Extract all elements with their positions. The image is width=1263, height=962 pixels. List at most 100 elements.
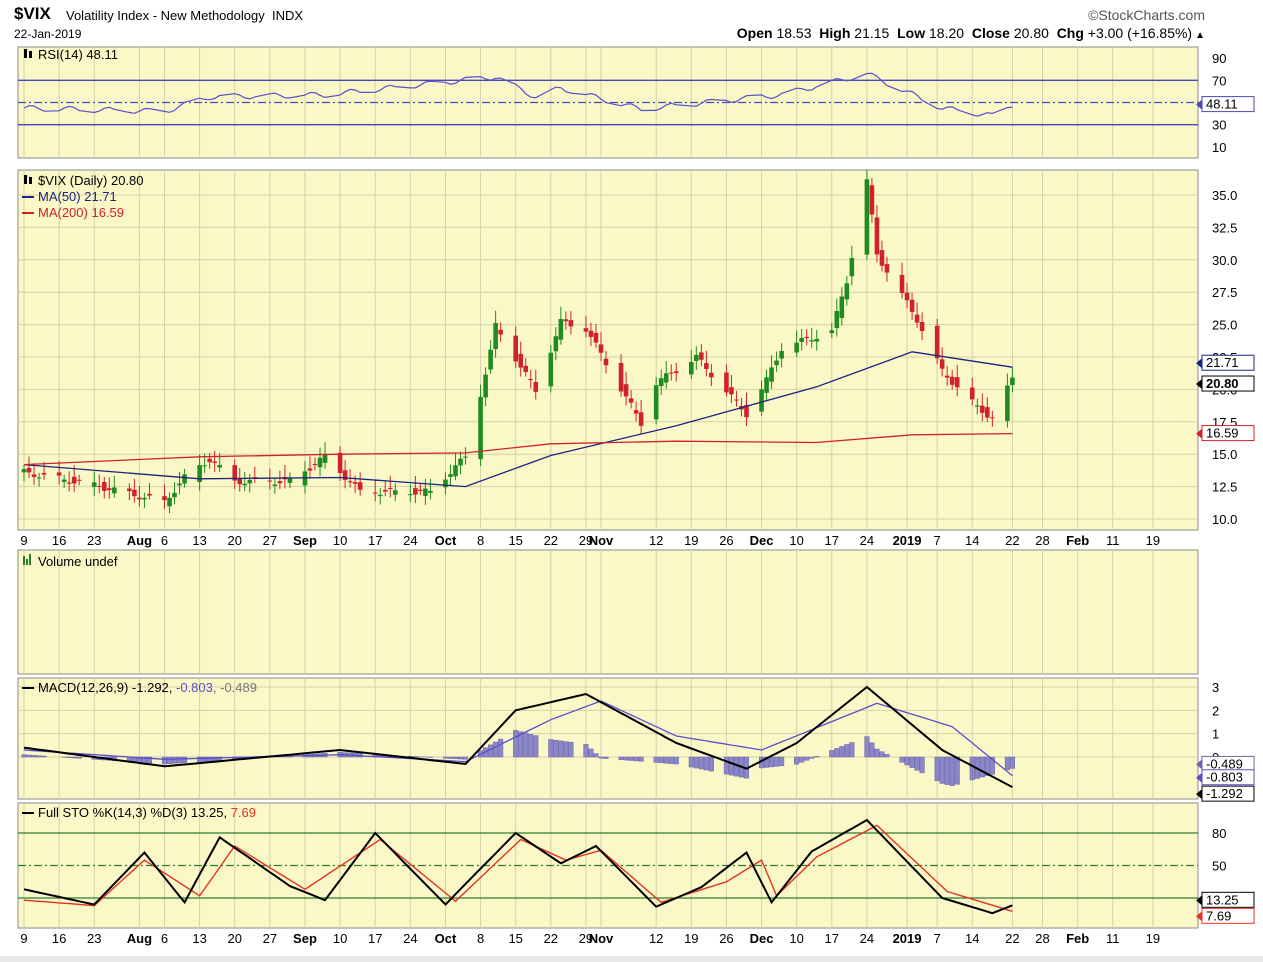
x-tick-label: 23 <box>87 533 101 548</box>
legend-text: Full STO %K(14,3) %D(3) 13.25, 7.69 <box>38 805 256 820</box>
macd-hist-bar <box>533 735 539 758</box>
sto-d-badge: 7.69 <box>1196 907 1255 924</box>
legend-part: RSI(14) 48.11 <box>38 47 118 62</box>
panel-vol <box>17 549 1199 675</box>
candle-body <box>563 319 569 322</box>
macd-hist-bar <box>553 739 559 758</box>
x-tick-label: 26 <box>719 533 733 548</box>
y-tick-label: 3 <box>1212 680 1219 695</box>
macd-hist-bar <box>698 756 704 770</box>
candle-body <box>814 338 820 342</box>
macd-hist-bar <box>914 756 920 771</box>
ma200-legend: MA(200) 16.59 <box>22 205 124 220</box>
candle-body <box>322 454 328 463</box>
macd-hist-bar <box>513 730 519 758</box>
legend-part: 13.25, <box>191 805 231 820</box>
candle-body <box>272 484 278 486</box>
macd-hist-bar <box>839 746 845 758</box>
macd-hist-bar <box>523 732 529 758</box>
candle-body <box>694 354 699 361</box>
candle-body <box>633 410 639 414</box>
candle-legend-icon <box>29 177 32 184</box>
candle-body <box>689 362 694 375</box>
candle-body <box>413 488 418 495</box>
close-value-badge: 20.80 <box>1196 375 1255 392</box>
macd-hist-bar <box>563 741 569 758</box>
y-tick-label: 15.0 <box>1212 447 1237 462</box>
macd-hist-bar <box>814 756 820 758</box>
macd-hist-bar <box>809 756 815 759</box>
x-tick-label: Nov <box>589 533 614 548</box>
macd-hist-bar <box>182 756 188 763</box>
candle-body <box>287 478 293 483</box>
candle-body <box>869 185 875 215</box>
candle-body <box>66 482 72 484</box>
macd-hist-bar <box>568 742 574 758</box>
candle-body <box>954 377 960 388</box>
macd-hist-bar <box>804 756 810 761</box>
macd-value-badge: -1.292 <box>1196 785 1255 802</box>
macd-hist-bar <box>673 756 679 765</box>
x-tick-label: 11 <box>1106 533 1120 548</box>
macd-hist-bar <box>954 756 960 785</box>
sto-legend: Full STO %K(14,3) %D(3) 13.25, 7.69 <box>22 805 256 820</box>
candle-body <box>974 405 980 407</box>
x-tick-label: 28 <box>1035 931 1049 946</box>
candle-body <box>207 458 212 463</box>
candle-body <box>849 257 855 277</box>
macd-hist-bar <box>919 756 925 774</box>
candle-body <box>493 322 498 350</box>
candle-legend-icon <box>29 51 32 58</box>
x-axis-labels-lower: 9 16 23 Aug 6 13 20 27 Sep 10 17 24 Oct 8 15 22 29Nov 12 1… <box>20 931 1160 946</box>
value-badge-text: 13.25 <box>1206 892 1239 907</box>
candle-body <box>884 264 890 273</box>
x-tick-label: Feb <box>1066 931 1089 946</box>
x-tick-label: Nov <box>589 931 614 946</box>
macd-hist-bar <box>723 756 729 775</box>
candle-body <box>804 336 810 338</box>
candle-body <box>879 250 885 266</box>
legend-part: 7.69 <box>231 805 256 820</box>
candle-body <box>558 319 564 340</box>
macd-hist-bar <box>779 756 785 767</box>
rsi-legend: RSI(14) 48.11 <box>24 47 118 62</box>
candle-body <box>408 494 413 496</box>
candle-body <box>127 488 132 492</box>
candle-body <box>909 299 915 312</box>
value-badge-text: 20.80 <box>1206 376 1239 391</box>
x-tick-label: Sep <box>293 931 317 946</box>
candle-body <box>904 292 910 301</box>
candle-body <box>914 314 920 323</box>
candle-body <box>518 353 524 368</box>
x-tick-label: 19 <box>1146 533 1160 548</box>
candle-body <box>112 487 117 494</box>
candle-body <box>177 483 182 486</box>
volume-legend-icon <box>23 556 25 565</box>
candle-body <box>653 385 659 420</box>
x-tick-label: 26 <box>719 931 733 946</box>
value-badge-text: -1.292 <box>1206 786 1243 801</box>
y-tick-label: 27.5 <box>1212 285 1237 300</box>
candle-body <box>387 487 393 489</box>
x-tick-label: Oct <box>435 533 457 548</box>
legend-text: MA(50) 21.71 <box>38 189 117 204</box>
candle-body <box>26 467 32 473</box>
macd-hist-bar <box>904 756 910 766</box>
y-tick-label: 80 <box>1212 826 1226 841</box>
macd-hist-bar <box>623 756 629 761</box>
macd-hist-bar <box>176 756 183 764</box>
candle-body <box>428 490 433 493</box>
y-tick-label: 70 <box>1212 73 1226 88</box>
x-tick-label: 24 <box>860 533 874 548</box>
candle-body <box>593 332 599 343</box>
candle-body <box>91 482 97 487</box>
candle-body <box>864 179 870 255</box>
legend-part: MACD(12,26,9) <box>38 680 132 695</box>
candle-body <box>759 389 764 412</box>
macd-hist-bar <box>628 756 634 761</box>
candle-body <box>729 387 734 395</box>
candle-body <box>1010 377 1015 386</box>
macd-hist-bar <box>949 756 955 786</box>
macd-y-ticks: 3210 <box>1212 680 1219 765</box>
volume-legend: Volume undef <box>23 554 118 569</box>
